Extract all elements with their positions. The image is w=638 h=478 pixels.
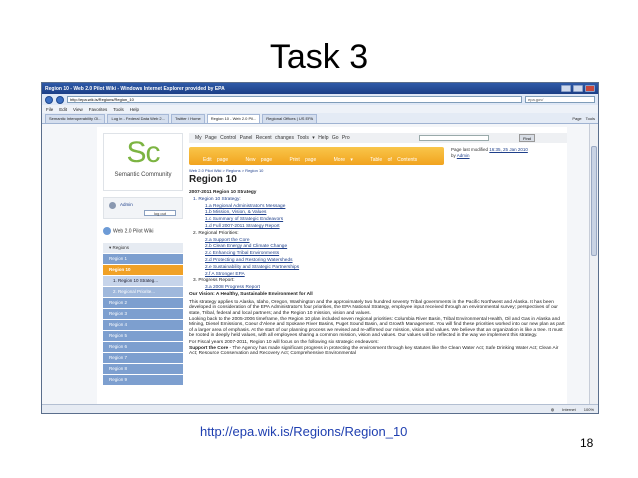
paragraph-4: Support the Core - The Agency has made s… [189, 346, 565, 357]
slide-page-number: 18 [580, 436, 594, 450]
nav-item-region-7[interactable]: Region 7 [103, 353, 183, 363]
nav-item-regional-priorities[interactable]: 2. Regional Priorite... [103, 287, 183, 297]
toc-button[interactable]: Table of Contents [370, 157, 417, 163]
breadcrumb[interactable]: Web 2.0 Pilot Wiki > Regions > Region 10 [189, 168, 263, 173]
menu-favorites[interactable]: Favorites [89, 107, 108, 112]
wiki-name: Web 2.0 Pilot Wiki [103, 227, 183, 239]
new-page-button[interactable]: New page [246, 157, 273, 163]
logout-button[interactable]: log out [144, 210, 176, 216]
wiki-name-label[interactable]: Web 2.0 Pilot Wiki [113, 228, 153, 234]
tab-bar: Semantic Interoperability Ol... Log in -… [42, 113, 598, 124]
edit-page-button[interactable]: Edit page [203, 157, 228, 163]
status-bar: ◍ Internet 100% [42, 404, 598, 413]
modified-prefix: Page last modified [451, 147, 489, 152]
wiki-page: Sc Semantic Community Admin log out Web … [97, 127, 567, 405]
link-1d[interactable]: 1.d Full 2007-2011 Strategy Report [189, 224, 565, 231]
nav-item-region-5[interactable]: Region 5 [103, 331, 183, 341]
print-page-button[interactable]: Print page [289, 157, 316, 163]
paragraph-4-text: - The Agency has made significant progre… [189, 346, 559, 357]
page-viewport: Sc Semantic Community Admin log out Web … [42, 124, 590, 405]
left-sidebar: Sc Semantic Community Admin log out Web … [97, 127, 189, 405]
wiki-search-input[interactable] [419, 135, 489, 141]
link-2d[interactable]: 2.d Protecting and Restoring Watersheds [189, 258, 565, 265]
nav-header-regions[interactable]: ▾ Regions [103, 243, 183, 253]
page-body: 2007-2011 Region 10 Strategy 1. Region 1… [189, 190, 565, 357]
nav-item-region-2[interactable]: Region 2 [103, 298, 183, 308]
forward-icon[interactable] [56, 95, 64, 104]
scrollbar-thumb[interactable] [591, 146, 597, 256]
modified-by-link[interactable]: Admin [457, 153, 470, 158]
tab-regional-offices[interactable]: Regional Offices | US EPA [262, 114, 318, 123]
menu-view[interactable]: View [73, 107, 83, 112]
modified-date-link[interactable]: 16:35, 25 Jan 2010 [489, 147, 528, 152]
paragraph-3: For Fiscal years 2007-2011, Region 10 wi… [189, 339, 379, 345]
link-2e[interactable]: 2.e Sustainability and Strategic Partner… [189, 265, 565, 272]
nav-item-region-10[interactable]: Region 10 [103, 265, 183, 275]
item2-heading: 2. Regional Priorities: [193, 230, 239, 236]
tab-semantic[interactable]: Semantic Interoperability Ol... [45, 114, 106, 123]
window-titlebar: Region 10 - Web 2.0 Pilot Wiki - Windows… [42, 83, 598, 94]
link-2c[interactable]: 2.c Enhancing Tribal Environments [189, 251, 565, 258]
menu-help[interactable]: Help [130, 107, 139, 112]
link-3a[interactable]: 3.a 2008 Progress Report [189, 285, 565, 292]
find-button[interactable]: Find [519, 134, 535, 142]
nav-item-region-6[interactable]: Region 6 [103, 342, 183, 352]
logo-letters: Sc [126, 136, 160, 169]
user-icon [109, 202, 116, 209]
maximize-icon[interactable] [573, 85, 583, 92]
page-menu[interactable]: Page [572, 114, 581, 123]
user-name[interactable]: Admin [120, 202, 133, 207]
nav-item-region-9[interactable]: Region 9 [103, 375, 183, 385]
nav-item-region-1[interactable]: Region 1 [103, 254, 183, 264]
nav-header-label: Regions [112, 245, 130, 250]
strategy-heading: 2007-2011 Region 10 Strategy [189, 190, 257, 195]
nav-item-region-10-strategy[interactable]: 1. Region 10 Strateg... [103, 276, 183, 286]
paragraph-2: Looking back to the 2005-2006 timeframe,… [189, 316, 565, 339]
back-icon[interactable] [45, 95, 53, 104]
globe-icon: ◍ [550, 406, 555, 412]
menu-file[interactable]: File [46, 107, 53, 112]
menu-tools[interactable]: Tools [113, 107, 124, 112]
tab-tools: Page Tools [572, 114, 595, 123]
page-toolbar: Edit page New page Print page More ▾ Tab… [189, 147, 444, 165]
nav-item-region-4[interactable]: Region 4 [103, 320, 183, 330]
more-button[interactable]: More ▾ [334, 157, 353, 163]
logo-text: Semantic Community [114, 172, 172, 178]
tab-region-10[interactable]: Region 10 - Web 2.0 Pil... [206, 114, 261, 123]
browser-window: Region 10 - Web 2.0 Pilot Wiki - Windows… [41, 82, 599, 414]
slide-url[interactable]: http://epa.wik.is/Regions/Region_10 [200, 424, 407, 439]
window-controls [561, 85, 595, 92]
status-zoom[interactable]: 100% [584, 407, 594, 412]
link-1c[interactable]: 1.c Summary of Strategic Endeavors [189, 217, 565, 224]
status-zone: Internet [562, 406, 576, 412]
main-content: My Page Control Panel Recent changes Too… [189, 127, 567, 405]
address-bar: http://epa.wik.is/Regions/Region_10 epa.… [42, 94, 598, 105]
window-title: Region 10 - Web 2.0 Pilot Wiki - Windows… [45, 85, 225, 92]
menu-bar: File Edit View Favorites Tools Help [42, 105, 598, 113]
wiki-icon [103, 227, 111, 235]
slide-title: Task 3 [269, 38, 369, 76]
tab-login[interactable]: Log in - Federal Data Web 2... [107, 114, 169, 123]
page-modified-info: Page last modified 16:35, 25 Jan 2010 by… [451, 147, 531, 159]
close-icon[interactable] [585, 85, 595, 92]
user-box: Admin log out [103, 197, 183, 219]
nav-item-region-3[interactable]: Region 3 [103, 309, 183, 319]
item1-heading[interactable]: 1. Region 10 Strategy: [189, 197, 565, 204]
nav-item-region-8[interactable]: Region 8 [103, 364, 183, 374]
paragraph-1: This strategy applies to Alaska, Idaho, … [189, 299, 558, 316]
menu-edit[interactable]: Edit [59, 107, 67, 112]
page-title: Region 10 [189, 174, 237, 185]
search-input[interactable]: epa.gov/ [525, 96, 595, 103]
minimize-icon[interactable] [561, 85, 571, 92]
top-nav[interactable]: My Page Control Panel Recent changes Too… [189, 133, 567, 143]
tab-twitter[interactable]: Twitter / Home [170, 114, 205, 123]
sidebar-nav: ▾ Regions Region 1 Region 10 1. Region 1… [103, 243, 183, 386]
vertical-scrollbar[interactable] [589, 124, 598, 405]
tools-menu[interactable]: Tools [586, 114, 595, 123]
link-2f[interactable]: 2.f A Stronger EPA [189, 272, 565, 279]
modified-by-prefix: by [451, 153, 456, 158]
site-logo[interactable]: Sc Semantic Community [103, 133, 183, 191]
vision-heading: Our Vision: A Healthy, Sustainable Envir… [189, 291, 313, 297]
address-input[interactable]: http://epa.wik.is/Regions/Region_10 [67, 96, 522, 103]
